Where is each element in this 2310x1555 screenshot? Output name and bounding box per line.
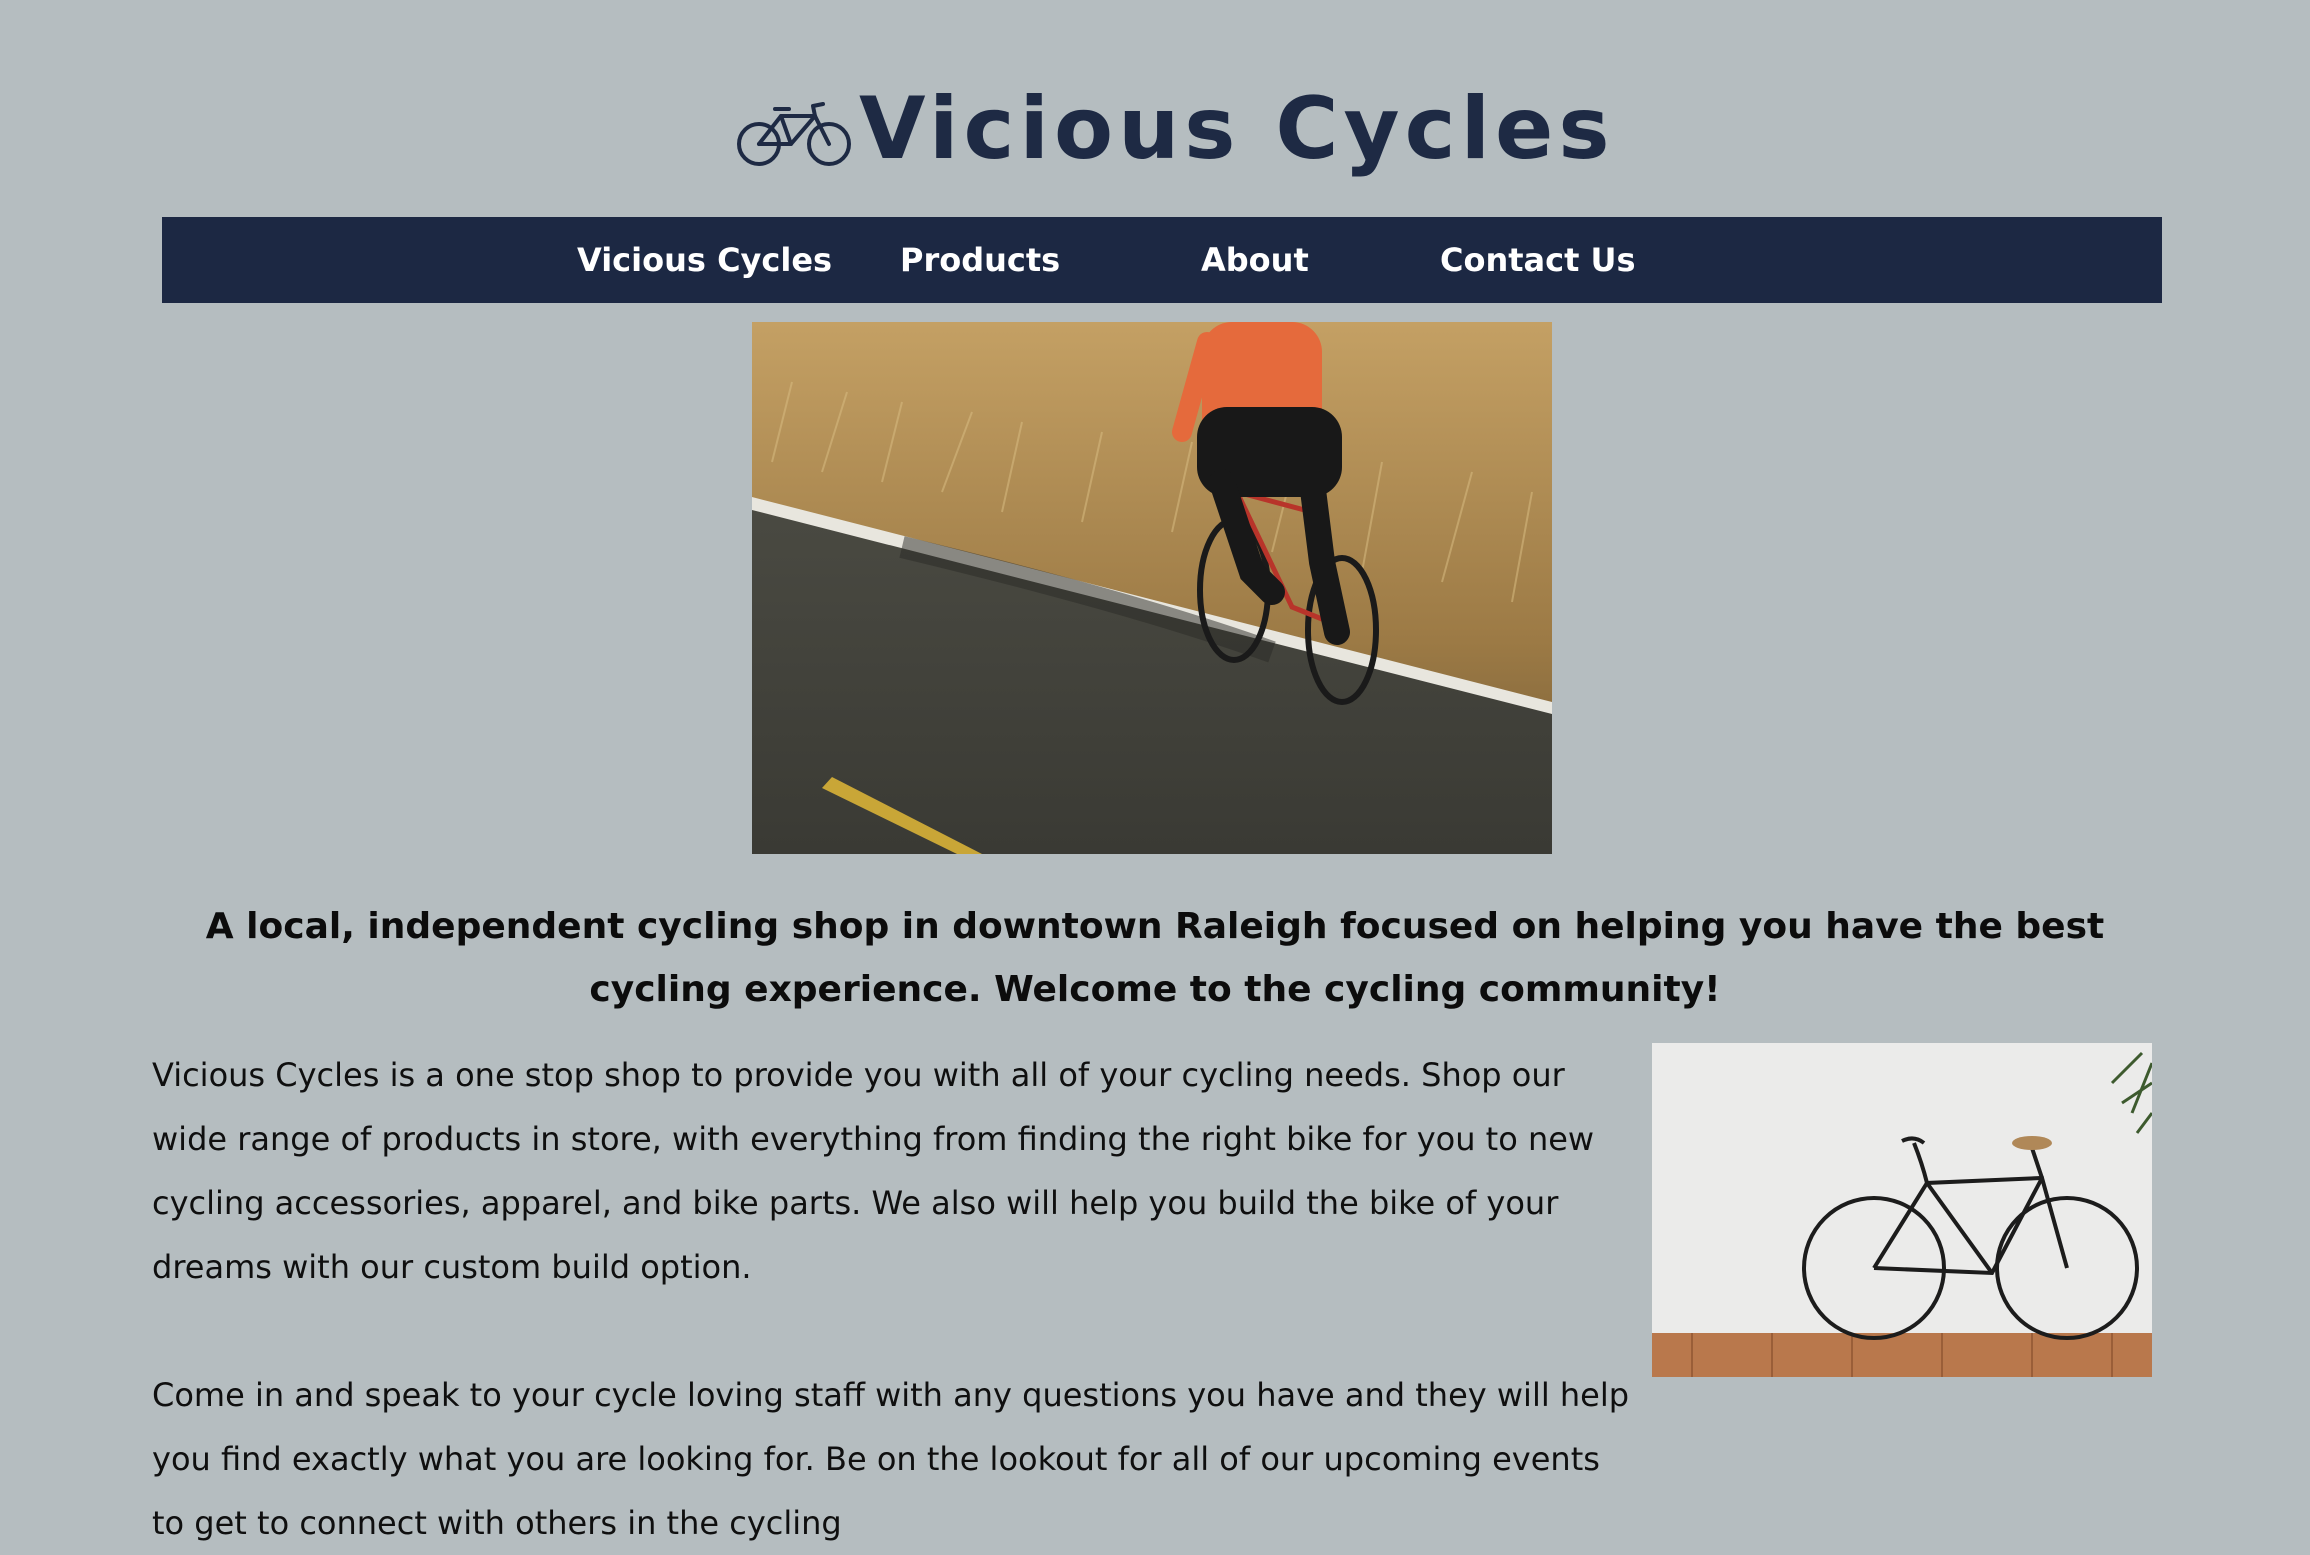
nav-item-about[interactable]: About <box>1201 217 1309 303</box>
cyclist-road-photo <box>752 322 1552 854</box>
brand-name: Vicious Cycles <box>859 79 1615 179</box>
bicycle-icon <box>737 102 851 166</box>
hero-image-cyclist <box>752 322 1552 854</box>
tagline: A local, independent cycling shop in dow… <box>205 906 2105 1010</box>
main-nav: Vicious Cycles Products About Contact Us <box>162 217 2162 303</box>
site-header: Vicious Cycles <box>0 0 2310 216</box>
nav-item-products[interactable]: Products <box>900 217 1060 303</box>
nav-item-contact-us[interactable]: Contact Us <box>1440 217 1636 303</box>
bicycle-against-wall-photo <box>1652 1043 2152 1377</box>
staff-paragraph: Come in and speak to your cycle loving s… <box>152 1376 1630 1542</box>
intro-paragraph: Vicious Cycles is a one stop shop to pro… <box>152 1056 1595 1286</box>
site-logo[interactable]: Vicious Cycles <box>735 74 1615 184</box>
nav-item-vicious-cycles[interactable]: Vicious Cycles <box>577 217 832 303</box>
side-image-bicycle <box>1652 1043 2152 1377</box>
